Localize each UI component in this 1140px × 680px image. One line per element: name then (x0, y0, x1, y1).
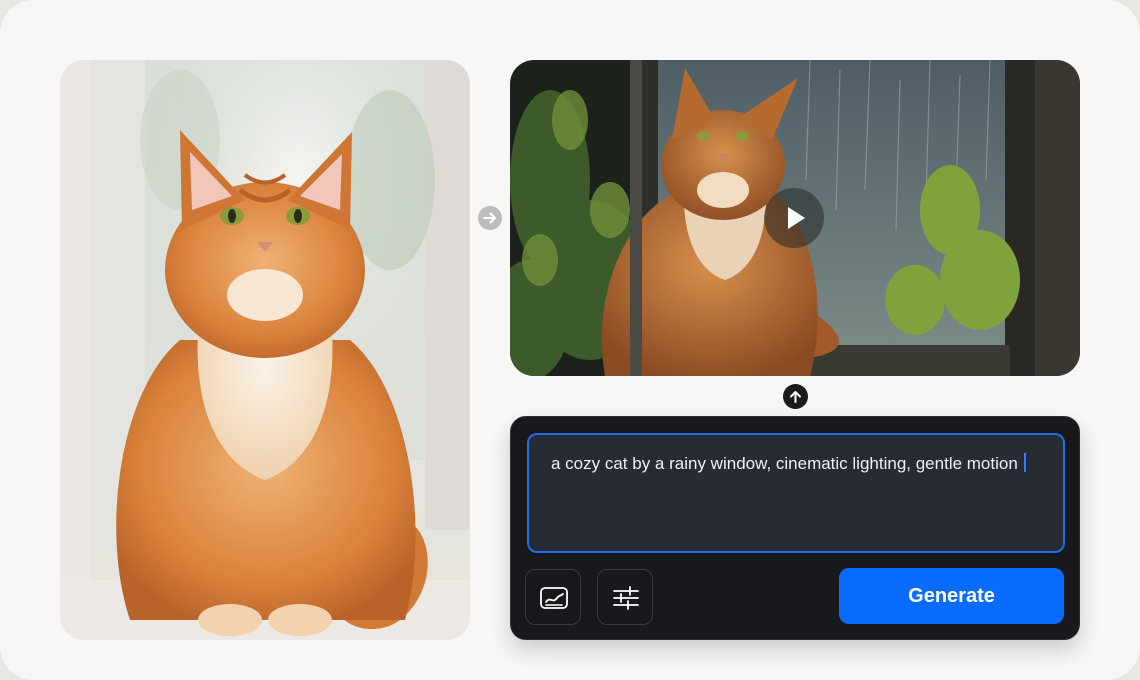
image-button[interactable] (525, 569, 581, 625)
generate-button[interactable]: Generate (839, 568, 1064, 624)
image-chart-icon (540, 587, 568, 609)
prompt-panel: a cozy cat by a rainy window, cinematic … (510, 416, 1080, 640)
play-icon (788, 207, 805, 229)
source-image[interactable] (60, 60, 470, 640)
play-button[interactable] (764, 188, 824, 248)
text-caret (1023, 453, 1026, 472)
prompt-text-line: a cozy cat by a rainy window, cinematic … (551, 453, 1026, 475)
prompt-input[interactable]: a cozy cat by a rainy window, cinematic … (527, 433, 1065, 553)
arrow-up-icon (783, 384, 808, 409)
settings-button[interactable] (597, 569, 653, 625)
arrow-right-icon (478, 206, 502, 230)
cat-photo-illustration (60, 60, 470, 640)
sliders-icon (613, 586, 639, 610)
page-card: a cozy cat by a rainy window, cinematic … (0, 0, 1140, 680)
prompt-text: a cozy cat by a rainy window, cinematic … (551, 454, 1018, 473)
